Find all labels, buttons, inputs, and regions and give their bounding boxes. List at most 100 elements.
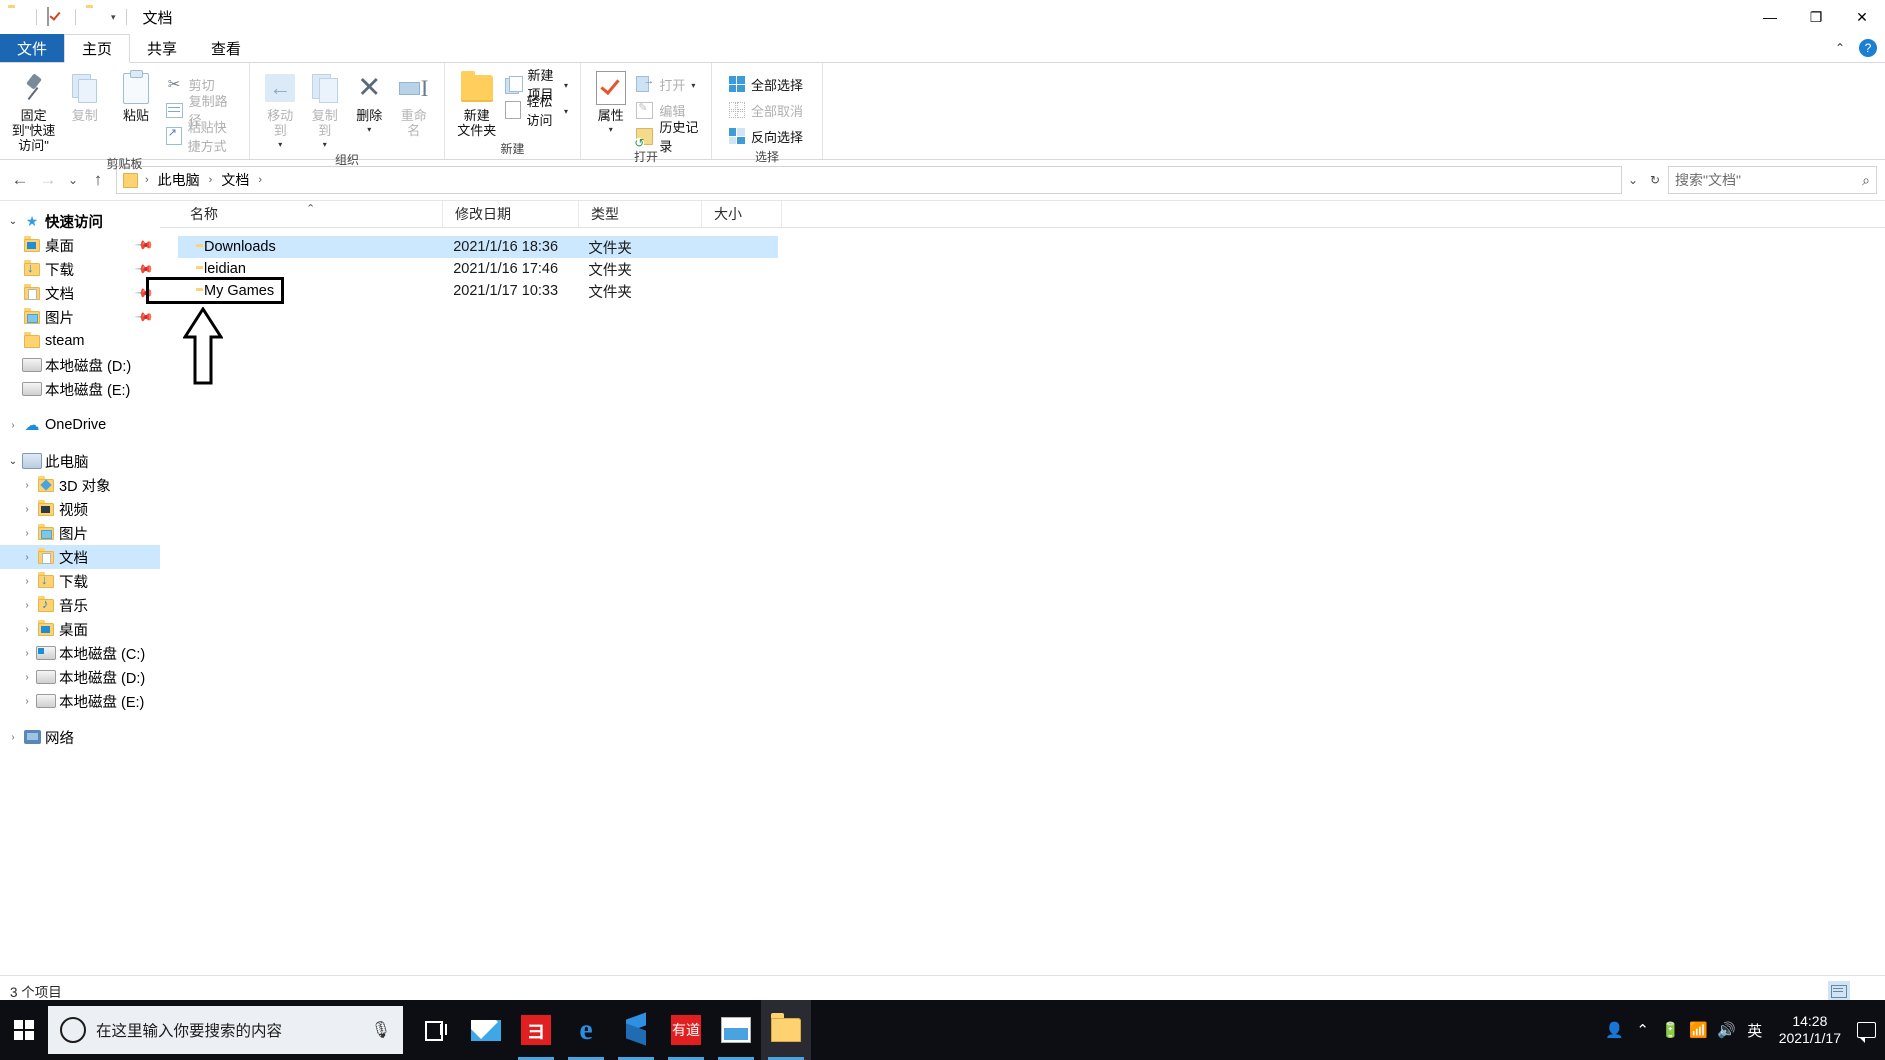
sidebar-item-drive-c[interactable]: › 本地磁盘 (C:) <box>0 641 160 665</box>
table-row[interactable]: Downloads 2021/1/16 18:36 文件夹 <box>178 236 778 258</box>
sidebar-item-drive-e-qa[interactable]: 本地磁盘 (E:) <box>0 377 160 401</box>
taskbar-app-wps[interactable]: ヨ <box>511 1000 561 1060</box>
sidebar-item-documents[interactable]: 文档 📌 <box>0 281 160 305</box>
sidebar-item-videos[interactable]: › 视频 <box>0 497 160 521</box>
sidebar-item-downloads-pc[interactable]: › 下载 <box>0 569 160 593</box>
ime-indicator[interactable]: 英 <box>1741 1000 1769 1060</box>
chevron-down-icon[interactable]: ▾ <box>367 125 371 134</box>
chevron-right-icon[interactable]: › <box>18 696 36 707</box>
chevron-down-icon[interactable]: ▾ <box>111 12 116 23</box>
chevron-down-icon[interactable]: ▾ <box>323 140 327 149</box>
clock[interactable]: 14:28 2021/1/17 <box>1769 1013 1851 1047</box>
paste-shortcut-button[interactable]: 粘贴快捷方式 <box>162 120 241 154</box>
sidebar-item-3d-objects[interactable]: › 3D 对象 <box>0 473 160 497</box>
column-header-name[interactable]: 名称 ⌃ <box>178 201 443 227</box>
chevron-down-icon[interactable]: ▾ <box>609 125 613 134</box>
chevron-down-icon[interactable]: ▾ <box>691 81 695 90</box>
history-button[interactable]: 历史记录 <box>632 120 703 154</box>
new-folder-button[interactable]: 新建 文件夹 <box>453 69 501 140</box>
sidebar-item-downloads[interactable]: 下载 📌 <box>0 257 160 281</box>
taskbar-app-youdao[interactable]: 有道 <box>661 1000 711 1060</box>
chevron-right-icon[interactable]: › <box>18 552 36 563</box>
address-dropdown-button[interactable]: ⌄ <box>1622 167 1644 193</box>
paste-button[interactable]: 粘贴 <box>110 69 161 125</box>
tab-view[interactable]: 查看 <box>194 34 258 62</box>
thumbnail-view-button[interactable] <box>1853 981 1875 1001</box>
tab-home[interactable]: 主页 <box>64 34 131 63</box>
sidebar-item-drive-d-qa[interactable]: 本地磁盘 (D:) <box>0 353 160 377</box>
taskbar-app-file-explorer[interactable] <box>761 1000 811 1060</box>
tab-share[interactable]: 共享 <box>130 34 194 62</box>
new-folder-qat-icon[interactable] <box>86 8 104 26</box>
sidebar-item-pictures-pc[interactable]: › 图片 <box>0 521 160 545</box>
easy-access-button[interactable]: 轻松访问 ▾ <box>501 94 573 128</box>
speaker-icon[interactable]: 🔊 <box>1713 1000 1741 1060</box>
file-name-cell[interactable]: My Games <box>178 283 441 299</box>
sidebar-item-desktop-pc[interactable]: › 桌面 <box>0 617 160 641</box>
chevron-down-icon[interactable]: ▾ <box>278 140 282 149</box>
pin-to-quick-access-button[interactable]: 固定到"快速访问" <box>8 69 59 155</box>
sidebar-item-drive-d[interactable]: › 本地磁盘 (D:) <box>0 665 160 689</box>
select-none-button[interactable]: 全部取消 <box>724 98 807 122</box>
pin-icon[interactable]: 📌 <box>134 235 154 255</box>
battery-icon[interactable]: 🔋 <box>1657 1000 1685 1060</box>
table-row[interactable]: leidian 2021/1/16 17:46 文件夹 <box>178 258 778 280</box>
chevron-right-icon[interactable]: › <box>18 600 36 611</box>
column-header-size[interactable]: 大小 <box>702 201 782 227</box>
close-button[interactable]: ✕ <box>1839 0 1885 34</box>
minimize-button[interactable]: — <box>1747 0 1793 34</box>
taskbar-app-edge[interactable]: e <box>561 1000 611 1060</box>
copy-button[interactable]: 复制 <box>59 69 110 125</box>
file-name-cell[interactable]: Downloads <box>178 239 441 255</box>
wifi-icon[interactable]: 📶 <box>1685 1000 1713 1060</box>
sidebar-item-onedrive[interactable]: › ☁ OneDrive <box>0 413 160 437</box>
notification-button[interactable] <box>1851 1000 1881 1060</box>
chevron-down-icon[interactable]: ⌄ <box>4 456 22 467</box>
maximize-button[interactable]: ❐ <box>1793 0 1839 34</box>
sidebar-item-pictures[interactable]: 图片 📌 <box>0 305 160 329</box>
pin-icon[interactable]: 📌 <box>134 307 154 327</box>
move-to-button[interactable]: 移动到 ▾ <box>258 69 303 151</box>
sidebar-item-quick-access[interactable]: ⌄ ★ 快速访问 <box>0 209 160 233</box>
file-name-cell[interactable]: leidian <box>178 261 441 277</box>
tab-file[interactable]: 文件 <box>0 34 65 62</box>
pin-icon[interactable]: 📌 <box>134 283 154 303</box>
checkmark-qat-icon[interactable] <box>47 7 65 26</box>
invert-selection-button[interactable]: 反向选择 <box>724 124 807 148</box>
microphone-icon[interactable]: 🎙 <box>371 1020 391 1040</box>
chevron-right-icon[interactable]: › <box>18 648 36 659</box>
people-icon[interactable]: 👤 <box>1601 1000 1629 1060</box>
sidebar-item-steam[interactable]: steam <box>0 329 160 353</box>
cortana-circle-icon[interactable] <box>60 1017 86 1043</box>
start-button[interactable] <box>0 1000 48 1060</box>
sidebar-item-drive-e[interactable]: › 本地磁盘 (E:) <box>0 689 160 713</box>
taskbar-app-mail[interactable] <box>461 1000 511 1060</box>
chevron-right-icon[interactable]: › <box>18 576 36 587</box>
refresh-button[interactable]: ↻ <box>1644 167 1666 193</box>
properties-qat-icon[interactable] <box>8 8 26 26</box>
chevron-right-icon[interactable]: › <box>4 420 22 431</box>
chevron-down-icon[interactable]: ▾ <box>564 81 568 90</box>
rename-button[interactable]: 重命名 <box>392 69 437 140</box>
details-view-button[interactable] <box>1828 981 1850 1001</box>
chevron-up-icon[interactable]: ⌃ <box>1629 1000 1657 1060</box>
copy-to-button[interactable]: 复制到 ▾ <box>303 69 348 151</box>
properties-button[interactable]: 属性 ▾ <box>589 69 632 136</box>
delete-button[interactable]: ✕ 删除 ▾ <box>347 69 392 136</box>
collapse-ribbon-icon[interactable]: ⌃ <box>1835 41 1845 55</box>
chevron-right-icon[interactable]: › <box>18 528 36 539</box>
column-header-type[interactable]: 类型 <box>579 201 702 227</box>
chevron-right-icon[interactable]: › <box>18 624 36 635</box>
chevron-down-icon[interactable]: ▾ <box>564 107 568 116</box>
sidebar-item-music[interactable]: › 音乐 <box>0 593 160 617</box>
taskbar-search-input[interactable]: 在这里输入你要搜索的内容 🎙 <box>48 1006 403 1054</box>
chevron-right-icon[interactable]: › <box>4 732 22 743</box>
chevron-right-icon[interactable]: › <box>18 504 36 515</box>
sidebar-item-this-pc[interactable]: ⌄ 此电脑 <box>0 449 160 473</box>
open-button[interactable]: 打开 ▾ <box>632 72 703 96</box>
sidebar-item-network[interactable]: › 网络 <box>0 725 160 749</box>
chevron-right-icon[interactable]: › <box>18 672 36 683</box>
task-view-button[interactable] <box>411 1000 461 1060</box>
pin-icon[interactable]: 📌 <box>134 259 154 279</box>
table-row[interactable]: My Games 2021/1/17 10:33 文件夹 <box>146 277 778 385</box>
